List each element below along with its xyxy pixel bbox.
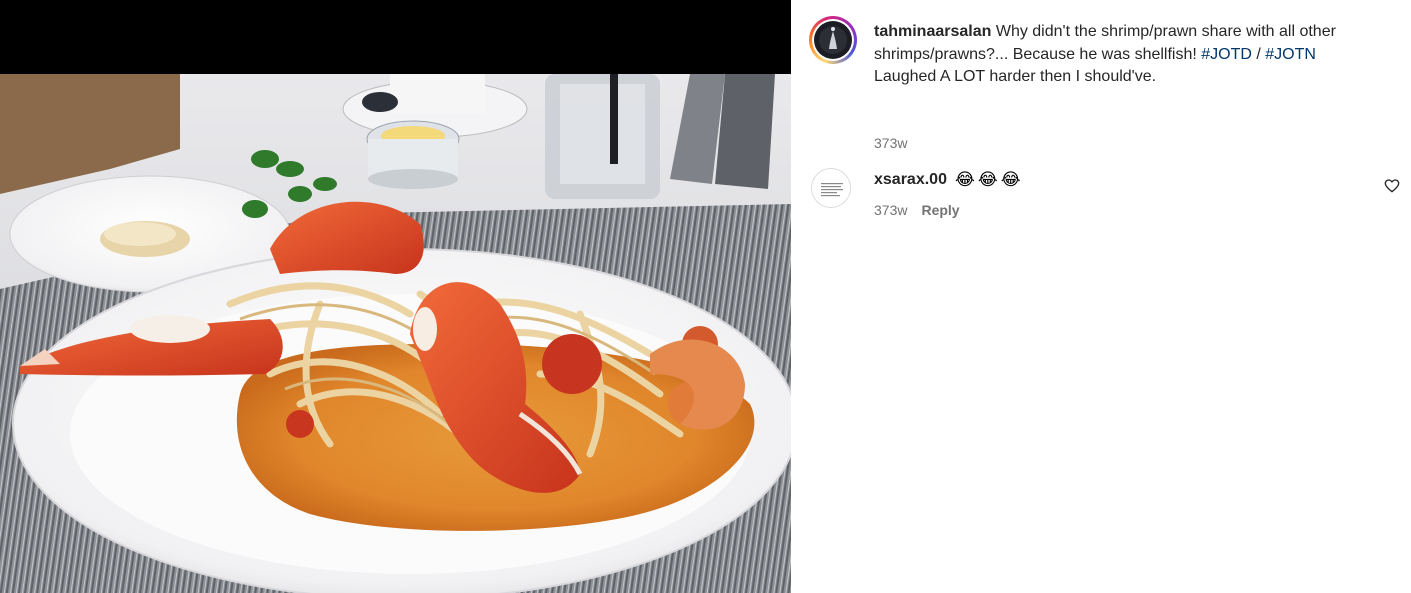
caption-line-2: Laughed A LOT harder then I should've. xyxy=(874,68,1157,85)
comment-text: 😂😂😂 xyxy=(955,170,1024,189)
avatar[interactable] xyxy=(812,19,854,61)
post-username[interactable]: tahminaarsalan xyxy=(874,23,991,40)
hashtag-jotn[interactable]: #JOTN xyxy=(1265,46,1316,63)
hashtag-separator: / xyxy=(1251,45,1266,63)
comments-panel: tahminaarsalan Why didn't the shrimp/pra… xyxy=(791,0,1411,593)
story-ring[interactable] xyxy=(809,16,857,64)
profile-picture-icon xyxy=(814,21,852,59)
comment-avatar[interactable] xyxy=(811,168,851,208)
post-media xyxy=(0,0,791,593)
comment-username[interactable]: xsarax.00 xyxy=(874,171,947,189)
heart-outline-icon[interactable] xyxy=(1384,178,1400,194)
comment-meta: 373w Reply xyxy=(874,202,960,218)
hashtag-jotd[interactable]: #JOTD xyxy=(1201,46,1252,63)
food-photo[interactable] xyxy=(0,74,791,593)
comment-profile-picture-icon xyxy=(812,169,850,207)
post-caption: tahminaarsalan Why didn't the shrimp/pra… xyxy=(874,21,1344,89)
post-timestamp[interactable]: 373w xyxy=(874,135,907,151)
comment-timestamp[interactable]: 373w xyxy=(874,202,907,218)
reply-button[interactable]: Reply xyxy=(921,202,959,218)
